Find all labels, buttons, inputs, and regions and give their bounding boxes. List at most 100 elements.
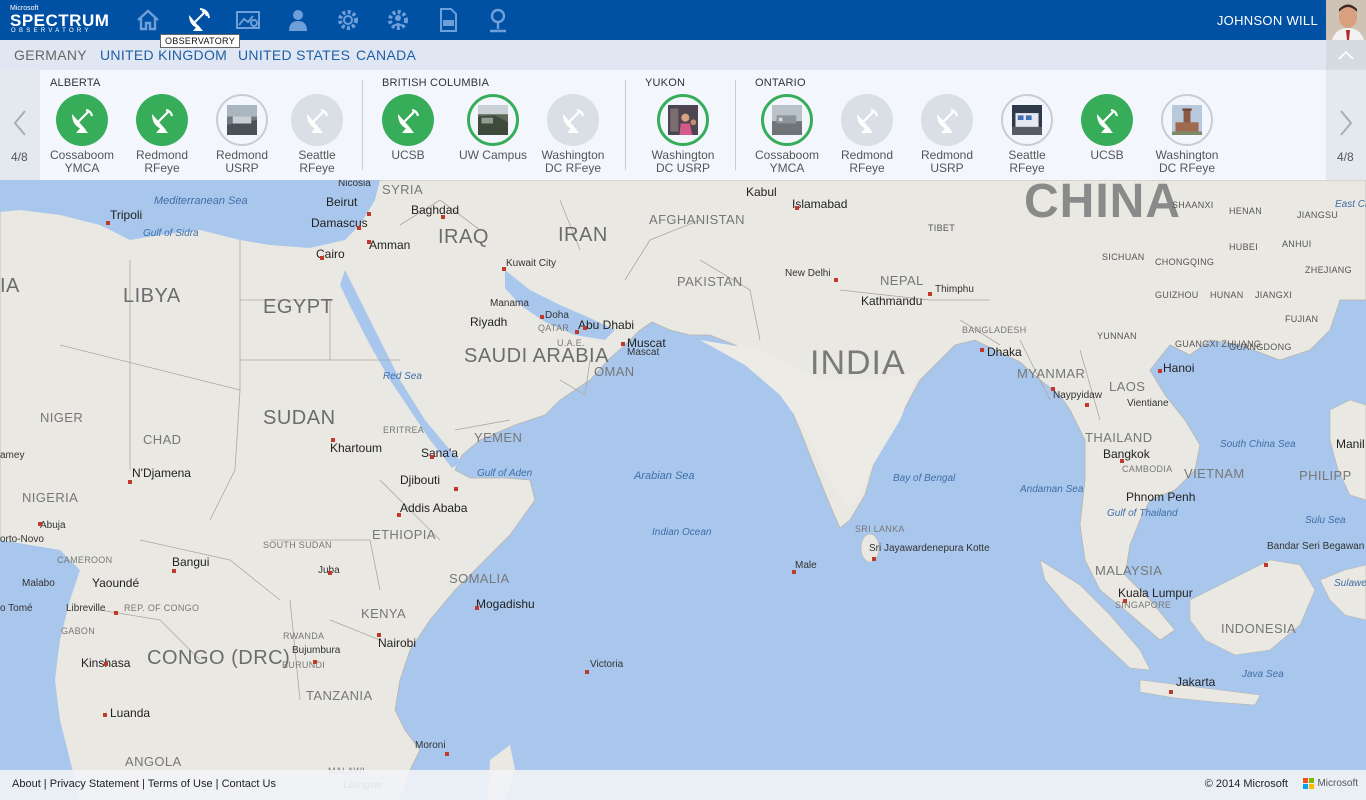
map-label: SAUDI ARABIA (464, 345, 609, 367)
prev-page-button[interactable] (12, 108, 28, 143)
map-label: YUNNAN (1097, 331, 1137, 341)
city-marker (103, 713, 107, 717)
city-marker (106, 221, 110, 225)
map-label: MYANMAR (1017, 366, 1086, 381)
map-label: INDIA (810, 344, 906, 382)
station-ucsb-ontario[interactable]: UCSB (1067, 94, 1147, 178)
station-redmond-usrp-ontario[interactable]: Redmond USRP (907, 94, 987, 178)
group-divider (362, 80, 363, 170)
raw-file-icon (440, 8, 457, 32)
station-ucsb[interactable]: UCSB (368, 94, 448, 178)
map-label: Bangui (172, 555, 210, 569)
tab-united-states[interactable]: UNITED STATES (238, 47, 350, 63)
group-label-alberta: ALBERTA (50, 77, 101, 89)
station-name-line2: RFeye (144, 161, 180, 175)
satellite-dish-icon (152, 108, 174, 133)
station-redmond-rfeye[interactable]: Redmond RFeye (122, 94, 202, 178)
station-washington-dc-usrp[interactable]: Washington DC USRP (643, 94, 723, 178)
city-marker (357, 226, 361, 230)
contact-link[interactable]: Contact Us (222, 778, 276, 790)
station-washington-dc-rfeye[interactable]: Washington DC RFeye (533, 94, 613, 178)
map-label: SICHUAN (1102, 252, 1145, 262)
map-label: INDONESIA (1221, 621, 1297, 636)
group-divider (735, 80, 736, 170)
city-marker (928, 292, 932, 296)
map-label: JIANGXI (1255, 290, 1293, 300)
chevron-left-icon (13, 110, 26, 136)
map-label: Islamabad (792, 197, 848, 211)
map-label: N'Djamena (132, 466, 191, 480)
map-label: NIGERIA (22, 490, 79, 505)
map-label: Mogadishu (476, 597, 535, 611)
microsoft-brand[interactable]: Microsoft (1303, 778, 1358, 789)
station-seattle-rfeye[interactable]: Seattle RFeye (277, 94, 357, 178)
admin-gear-icon (388, 10, 408, 30)
nav-home[interactable] (132, 4, 164, 36)
nav-raw-data[interactable] (432, 4, 464, 36)
user-name[interactable]: JOHNSON WILL (1217, 13, 1318, 28)
map-label: TANZANIA (306, 688, 373, 703)
city-marker (1085, 403, 1089, 407)
map-label: SOUTH SUDAN (263, 540, 332, 550)
chevron-up-icon (1338, 50, 1354, 60)
map-label: SOMALIA (449, 571, 510, 586)
station-cossaboom-ymca-ontario[interactable]: Cossaboom YMCA (747, 94, 827, 178)
map-label: HUBEI (1229, 242, 1259, 252)
map-label: CONGO (DRC) (147, 647, 291, 669)
map-label: IRAQ (438, 226, 489, 248)
next-page-button[interactable] (1338, 108, 1354, 143)
avatar[interactable] (1326, 0, 1366, 40)
nav-profile[interactable] (282, 4, 314, 36)
privacy-link[interactable]: Privacy Statement (50, 778, 139, 790)
city-marker (320, 256, 324, 260)
map-label: Nairobi (378, 636, 417, 650)
nav-admin[interactable] (382, 4, 414, 36)
map-label: Arabian Sea (634, 470, 695, 482)
tab-united-kingdom[interactable]: UNITED KINGDOM (100, 47, 227, 63)
nav-observatory[interactable] (182, 4, 214, 36)
map-label: BANGLADESH (962, 325, 1027, 335)
station-status-offline (547, 94, 599, 146)
station-photo-image (772, 105, 802, 135)
map-label: Sana'a (421, 446, 458, 460)
page-indicator-left: 4/8 (11, 150, 28, 164)
terms-link[interactable]: Terms of Use (148, 778, 213, 790)
collapse-button[interactable] (1326, 40, 1366, 70)
station-seattle-rfeye-ontario[interactable]: Seattle RFeye (987, 94, 1067, 178)
map-label: HUNAN (1210, 290, 1244, 300)
station-list: ALBERTA BRITISH COLUMBIA YUKON ONTARIO C… (40, 70, 1326, 180)
user-icon (289, 10, 307, 31)
station-status-online (382, 94, 434, 146)
station-redmond-rfeye-ontario[interactable]: Redmond RFeye (827, 94, 907, 178)
city-marker (430, 455, 434, 459)
tab-germany[interactable]: GERMANY (14, 47, 87, 63)
spectrum-observatory-logo[interactable]: Microsoft SPECTRUM OBSERVATORY (10, 5, 120, 35)
station-redmond-usrp[interactable]: Redmond USRP (202, 94, 282, 178)
nav-settings[interactable] (332, 4, 364, 36)
nav-tooltip: OBSERVATORY (160, 34, 240, 48)
station-washington-dc-rfeye-ontario[interactable]: Washington DC RFeye (1147, 94, 1227, 178)
station-cossaboom-ymca[interactable]: Cossaboom YMCA (42, 94, 122, 178)
map-label: Hanoi (1163, 361, 1195, 375)
city-marker (128, 480, 132, 484)
map-label: SRI LANKA (855, 524, 905, 534)
station-status-offline (291, 94, 343, 146)
map-label: GUIZHOU (1155, 290, 1199, 300)
satellite-dish-icon (563, 108, 585, 133)
city-marker (585, 670, 589, 674)
map-label: Gulf of Sidra (143, 228, 199, 239)
tab-canada[interactable]: CANADA (356, 47, 416, 63)
map-label: OMAN (594, 364, 635, 379)
nav-analytics[interactable] (232, 4, 264, 36)
map-label: IRAN (558, 224, 608, 246)
city-marker (114, 611, 118, 615)
station-uw-campus[interactable]: UW Campus (453, 94, 533, 178)
about-link[interactable]: About (12, 778, 41, 790)
group-label-british-columbia: BRITISH COLUMBIA (382, 77, 490, 89)
satellite-dish-icon (857, 108, 879, 133)
nav-locations[interactable] (482, 4, 514, 36)
map-label: HENAN (1229, 206, 1263, 216)
map-label: SHAANXI (1172, 200, 1214, 210)
city-marker (454, 487, 458, 491)
map-label: Moroni (415, 740, 446, 751)
